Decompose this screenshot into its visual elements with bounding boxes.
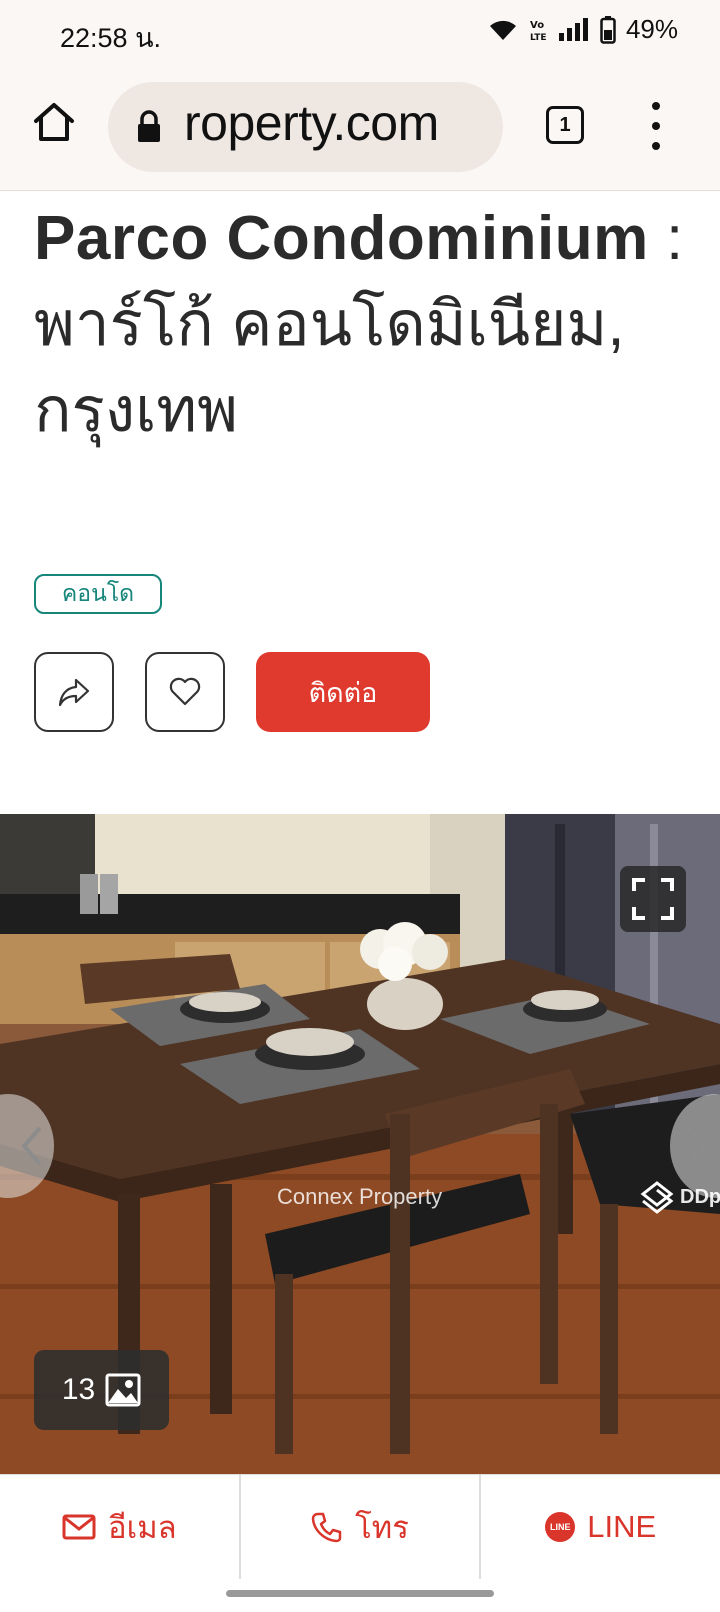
share-button[interactable] — [34, 652, 114, 732]
ddproperty-text: DDp — [680, 1185, 720, 1208]
signal-icon — [558, 17, 588, 41]
ddproperty-logo-icon — [640, 1181, 674, 1214]
menu-dot-icon — [652, 142, 660, 150]
listing-title-th: พาร์โก้ คอนโดมิเนียม, กรุงเทพ — [34, 290, 625, 445]
photo-gallery[interactable]: Connex Property DDp 13 — [0, 814, 720, 1474]
menu-dot-icon — [652, 122, 660, 130]
volte-icon: Vo LTE — [530, 20, 547, 42]
heart-icon — [169, 677, 201, 706]
listing-title-en: Parco Condominium — [34, 204, 649, 273]
listing-title: Parco Condominium : พาร์โก้ คอนโดมิเนียม… — [34, 196, 694, 454]
status-bar: 22:58 น. Vo LTE 49% — [0, 0, 720, 66]
call-button[interactable]: โทร — [241, 1475, 482, 1579]
contact-button[interactable]: ติดต่อ — [256, 652, 430, 732]
home-button[interactable] — [28, 96, 80, 148]
share-icon — [58, 678, 90, 707]
fullscreen-button[interactable] — [620, 866, 686, 932]
call-label: โทร — [355, 1510, 409, 1545]
line-label: LINE — [587, 1509, 657, 1544]
line-button[interactable]: LINE LINE — [481, 1475, 720, 1579]
photo-count-badge[interactable]: 13 — [34, 1350, 169, 1430]
favorite-button[interactable] — [145, 652, 225, 732]
ddproperty-watermark: DDp — [640, 1180, 720, 1214]
tab-switcher-button[interactable]: 1 — [546, 106, 584, 144]
property-type-tag: คอนโด — [34, 574, 162, 614]
svg-text:LTE: LTE — [530, 33, 547, 42]
expand-icon — [632, 878, 674, 920]
url-text: roperty.com — [184, 95, 439, 151]
image-icon — [105, 1373, 141, 1407]
wifi-icon — [489, 20, 516, 40]
lock-icon — [138, 110, 160, 142]
line-logo-icon: LINE — [545, 1512, 576, 1542]
email-button[interactable]: อีเมล — [0, 1475, 241, 1579]
battery-icon — [600, 15, 616, 44]
gesture-bar[interactable] — [226, 1590, 494, 1597]
battery-percent: 49% — [625, 14, 678, 44]
address-bar[interactable]: roperty.com — [108, 82, 503, 172]
chevron-left-icon — [21, 1126, 42, 1166]
browser-menu-button[interactable] — [644, 102, 668, 150]
menu-dot-icon — [652, 102, 660, 110]
listing-title-separator: : — [648, 204, 684, 273]
svg-text:Vo: Vo — [530, 20, 544, 31]
email-label: อีเมล — [108, 1510, 177, 1545]
browser-toolbar: roperty.com 1 — [0, 66, 720, 191]
chevron-right-icon — [686, 1126, 707, 1166]
home-icon — [34, 103, 74, 141]
phone-icon — [311, 1512, 342, 1543]
envelope-icon — [62, 1514, 96, 1540]
photo-watermark: Connex Property — [277, 1184, 443, 1209]
photo-count-text: 13 — [61, 1373, 96, 1406]
bottom-contact-bar: อีเมล โทร LINE LINE — [0, 1474, 720, 1579]
status-time: 22:58 น. — [60, 23, 162, 53]
status-icons: Vo LTE 49% — [488, 14, 678, 45]
